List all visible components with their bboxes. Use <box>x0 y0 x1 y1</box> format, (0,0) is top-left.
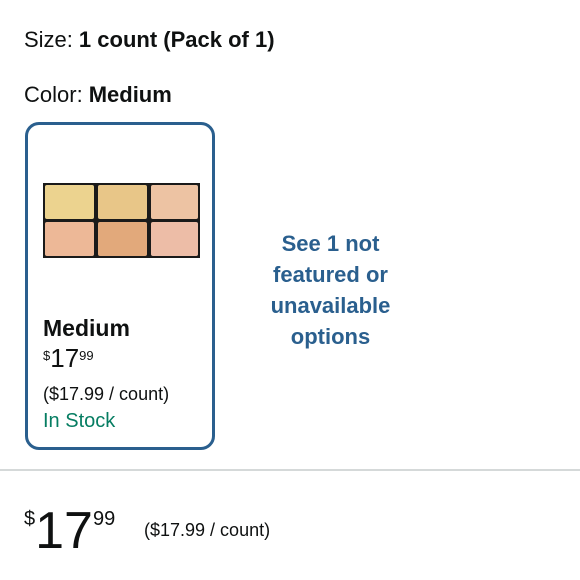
main-price-fraction: 99 <box>92 508 116 530</box>
size-value: 1 count (Pack of 1) <box>78 27 275 52</box>
swatch-price: $1799 <box>43 345 94 371</box>
size-row: Size: 1 count (Pack of 1) <box>24 29 275 51</box>
palette-pan <box>98 185 147 219</box>
swatch-price-fraction: 99 <box>79 348 94 363</box>
palette-pan <box>151 222 198 256</box>
swatch-unit-price: ($17.99 / count) <box>43 384 170 404</box>
see-more-line-4: options <box>290 324 371 349</box>
color-row: Color: Medium <box>24 84 172 106</box>
palette-pan <box>98 222 147 256</box>
swatch-price-symbol: $ <box>43 348 51 363</box>
main-price-symbol: $ <box>24 508 36 530</box>
see-more-options-link[interactable]: See 1 not featured or unavailable option… <box>248 228 413 352</box>
color-label: Color: <box>24 82 83 107</box>
swatch-availability: In Stock <box>43 410 116 432</box>
see-more-line-1: See 1 not <box>281 231 380 256</box>
palette-pan <box>151 185 198 219</box>
see-more-line-2: featured or <box>273 262 388 287</box>
palette-pan <box>45 185 94 219</box>
main-unit-price: ($17.99 / count) <box>144 520 271 540</box>
swatch-price-whole: 17 <box>50 343 80 373</box>
swatch-option-medium[interactable]: Medium $1799 ($17.99 / count) In Stock <box>25 122 215 450</box>
color-value: Medium <box>88 82 172 107</box>
size-label: Size: <box>24 27 73 52</box>
section-divider <box>0 469 580 471</box>
main-price: $1799 <box>24 505 115 557</box>
swatch-name: Medium <box>43 315 130 341</box>
palette-graphic <box>43 183 200 258</box>
main-price-whole: 17 <box>35 502 93 560</box>
see-more-line-3: unavailable <box>270 293 391 318</box>
palette-pan <box>45 222 94 256</box>
product-swatch-image <box>43 183 200 258</box>
